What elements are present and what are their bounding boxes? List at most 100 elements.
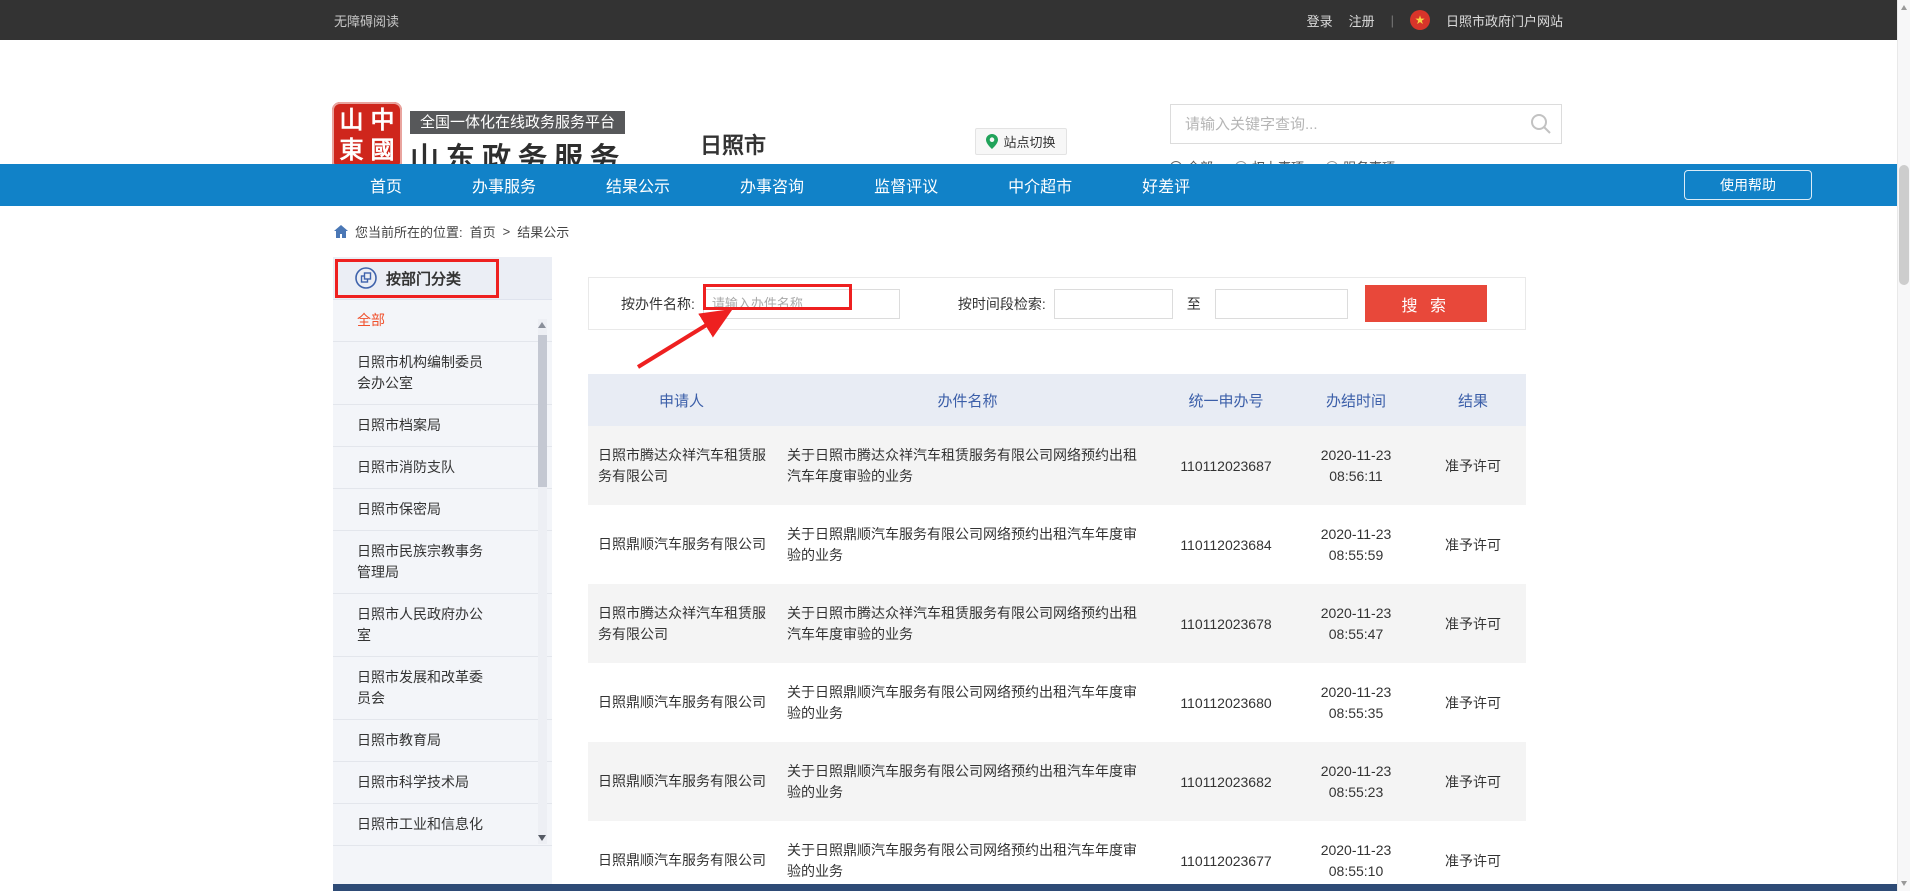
sidebar-item[interactable]: 日照市工业和信息化 (333, 804, 552, 846)
category-icon (355, 267, 377, 289)
accessibility-link[interactable]: 无障碍阅读 (334, 11, 399, 30)
table-row[interactable]: 日照市腾达众祥汽车租赁服务有限公司 关于日照市腾达众祥汽车租赁服务有限公司网络预… (588, 426, 1526, 505)
scrollbar-thumb[interactable] (538, 335, 547, 487)
sidebar-item[interactable]: 日照市科学技术局 (333, 762, 552, 804)
nav-intermediary[interactable]: 中介超市 (1008, 173, 1072, 197)
apply-id: 110112023682 (1160, 774, 1292, 790)
finish-time: 2020-11-2308:55:10 (1292, 840, 1420, 882)
breadcrumb: 您当前所在的位置: 首页 > 结果公示 (334, 206, 1910, 257)
result: 准予许可 (1420, 614, 1526, 634)
nav-services[interactable]: 办事服务 (472, 173, 536, 197)
table-row[interactable]: 日照市腾达众祥汽车租赁服务有限公司 关于日照市腾达众祥汽车租赁服务有限公司网络预… (588, 584, 1526, 663)
scroll-up-icon[interactable] (538, 322, 546, 328)
applicant: 日照鼎顺汽车服务有限公司 (598, 692, 770, 713)
nav-rating[interactable]: 好差评 (1142, 173, 1190, 197)
seal-char: 山 (336, 106, 367, 136)
finish-time: 2020-11-2308:55:23 (1292, 761, 1420, 803)
result: 准予许可 (1420, 535, 1526, 555)
result: 准予许可 (1420, 456, 1526, 476)
footer-strip (333, 884, 1897, 891)
apply-id: 110112023680 (1160, 695, 1292, 711)
header: 山 中 東 國 全国一体化在线政务服务平台 山东政务服务 日照市 站点切换 全部… (0, 40, 1910, 164)
seal-char: 東 (336, 136, 367, 166)
nav-results[interactable]: 结果公示 (606, 173, 670, 197)
col-result: 结果 (1420, 390, 1526, 411)
scroll-down-icon[interactable] (1901, 881, 1907, 886)
applicant: 日照市腾达众祥汽车租赁服务有限公司 (598, 603, 770, 645)
item-name: 关于日照鼎顺汽车服务有限公司网络预约出租汽车年度审验的业务 (787, 761, 1143, 803)
name-filter-label: 按办件名称: (621, 294, 695, 314)
breadcrumb-prefix: 您当前所在的位置: (355, 222, 463, 241)
table-row[interactable]: 日照鼎顺汽车服务有限公司 关于日照鼎顺汽车服务有限公司网络预约出租汽车年度审验的… (588, 742, 1526, 821)
page: 无障碍阅读 登录 注册 | ★ 日照市政府门户网站 山 中 東 國 全国一体化在… (0, 0, 1910, 891)
sidebar-scrollbar[interactable] (538, 319, 547, 844)
apply-id: 110112023687 (1160, 458, 1292, 474)
keyword-search-input[interactable] (1170, 104, 1562, 144)
sidebar-item[interactable]: 日照市档案局 (333, 405, 552, 447)
result: 准予许可 (1420, 693, 1526, 713)
breadcrumb-current: 结果公示 (517, 222, 569, 241)
apply-id: 110112023677 (1160, 853, 1292, 869)
item-name: 关于日照市腾达众祥汽车租赁服务有限公司网络预约出租汽车年度审验的业务 (787, 603, 1143, 645)
to-label: 至 (1187, 294, 1201, 314)
topbar-account-area: 登录 注册 | ★ 日照市政府门户网站 (1307, 10, 1563, 30)
site-switch-button[interactable]: 站点切换 (975, 128, 1067, 155)
portal-link[interactable]: 日照市政府门户网站 (1446, 11, 1563, 30)
sidebar-item[interactable]: 日照市教育局 (333, 720, 552, 762)
content: 按部门分类 全部 日照市机构编制委员会办公室 日照市档案局 日照市消防支队 日照… (333, 257, 1910, 891)
sidebar-title-label: 按部门分类 (386, 268, 461, 289)
table-row[interactable]: 日照鼎顺汽车服务有限公司 关于日照鼎顺汽车服务有限公司网络预约出租汽车年度审验的… (588, 821, 1526, 891)
seal-char: 中 (367, 106, 398, 136)
date-from-input[interactable] (1054, 289, 1173, 319)
platform-badge: 全国一体化在线政务服务平台 (410, 111, 625, 134)
home-icon (334, 225, 348, 238)
date-to-input[interactable] (1215, 289, 1348, 319)
main-nav: 首页 办事服务 结果公示 办事咨询 监督评议 中介超市 好差评 使用帮助 (0, 164, 1910, 206)
result: 准予许可 (1420, 772, 1526, 792)
sidebar-item[interactable]: 日照市机构编制委员会办公室 (333, 342, 552, 405)
scrollbar-thumb[interactable] (1899, 165, 1909, 285)
login-link[interactable]: 登录 (1307, 11, 1333, 30)
scroll-down-icon[interactable] (538, 835, 546, 841)
col-apply-id: 统一申办号 (1160, 390, 1292, 411)
nav-home[interactable]: 首页 (370, 173, 402, 197)
results-table: 申请人 办件名称 统一申办号 办结时间 结果 日照市腾达众祥汽车租赁服务有限公司… (588, 374, 1526, 891)
col-applicant: 申请人 (588, 390, 775, 411)
breadcrumb-home[interactable]: 首页 (470, 222, 496, 241)
item-name: 关于日照鼎顺汽车服务有限公司网络预约出租汽车年度审验的业务 (787, 682, 1143, 724)
applicant: 日照鼎顺汽车服务有限公司 (598, 771, 770, 792)
table-row[interactable]: 日照鼎顺汽车服务有限公司 关于日照鼎顺汽车服务有限公司网络预约出租汽车年度审验的… (588, 663, 1526, 742)
search-button[interactable]: 搜 索 (1365, 285, 1487, 322)
item-name-input[interactable] (703, 289, 900, 319)
sidebar-item[interactable]: 日照市发展和改革委员会 (333, 657, 552, 720)
table-row[interactable]: 日照鼎顺汽车服务有限公司 关于日照鼎顺汽车服务有限公司网络预约出租汽车年度审验的… (588, 505, 1526, 584)
sidebar-item-all[interactable]: 全部 (333, 300, 552, 342)
apply-id: 110112023684 (1160, 537, 1292, 553)
sidebar-item[interactable]: 日照市消防支队 (333, 447, 552, 489)
nav-supervision[interactable]: 监督评议 (874, 173, 938, 197)
applicant: 日照市腾达众祥汽车租赁服务有限公司 (598, 445, 770, 487)
scroll-up-icon[interactable] (1901, 5, 1907, 10)
sidebar-item[interactable]: 日照市民族宗教事务管理局 (333, 531, 552, 594)
nav-consult[interactable]: 办事咨询 (740, 173, 804, 197)
finish-time: 2020-11-2308:55:35 (1292, 682, 1420, 724)
search-icon[interactable] (1530, 113, 1552, 135)
table-header-row: 申请人 办件名称 统一申办号 办结时间 结果 (588, 374, 1526, 426)
sidebar-item[interactable]: 日照市人民政府办公室 (333, 594, 552, 657)
page-scrollbar[interactable] (1897, 0, 1910, 891)
national-emblem-icon: ★ (1410, 10, 1430, 30)
register-link[interactable]: 注册 (1349, 11, 1375, 30)
finish-time: 2020-11-2308:55:47 (1292, 603, 1420, 645)
location-pin-icon (986, 134, 998, 149)
breadcrumb-separator: > (503, 224, 511, 239)
seal-char: 國 (367, 136, 398, 166)
col-finish-time: 办结时间 (1292, 390, 1420, 411)
help-button[interactable]: 使用帮助 (1684, 170, 1812, 200)
department-sidebar: 按部门分类 全部 日照市机构编制委员会办公室 日照市档案局 日照市消防支队 日照… (333, 257, 552, 884)
sidebar-item[interactable]: 日照市保密局 (333, 489, 552, 531)
result: 准予许可 (1420, 851, 1526, 871)
col-item-name: 办件名称 (775, 390, 1160, 411)
time-filter-label: 按时间段检索: (958, 294, 1046, 314)
shandong-seal-icon: 山 中 東 國 (332, 102, 402, 170)
sidebar-title: 按部门分类 (333, 257, 552, 300)
